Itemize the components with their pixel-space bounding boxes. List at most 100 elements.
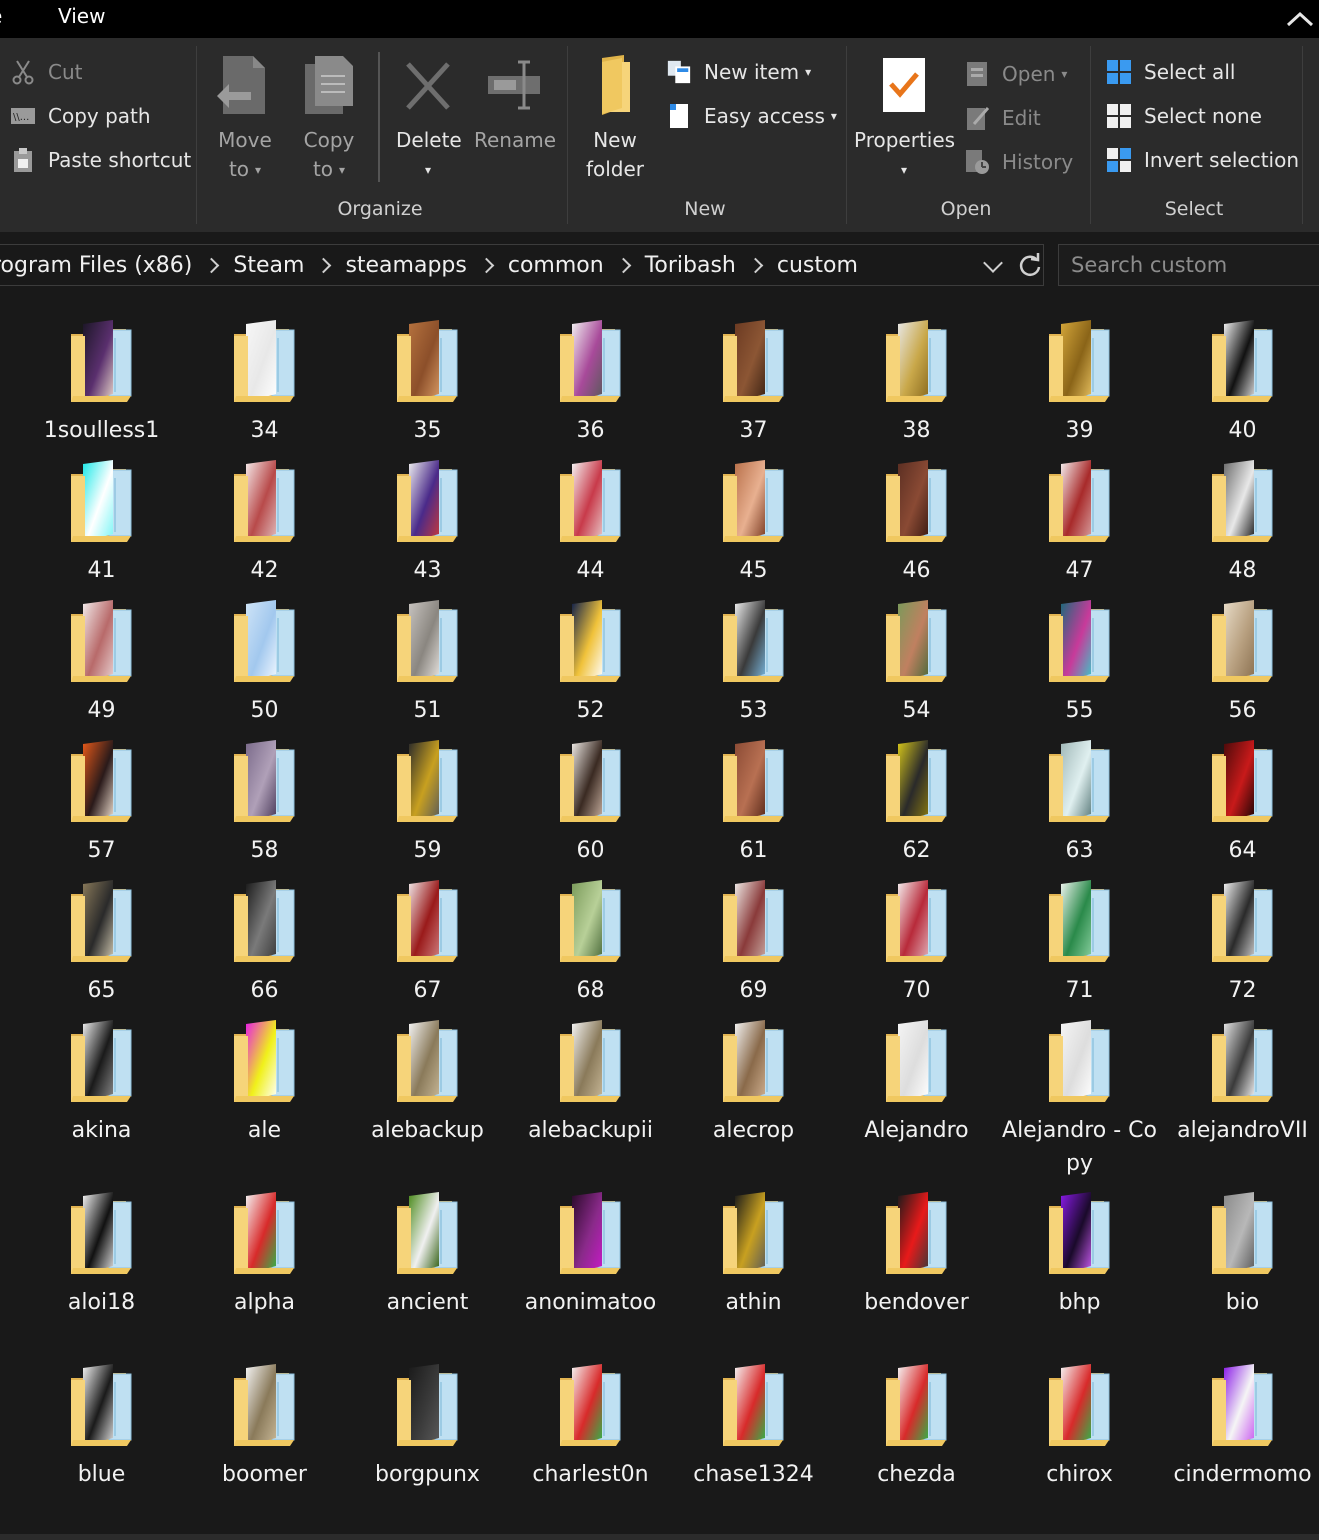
folder-item[interactable]: boomer xyxy=(183,1362,346,1491)
new-folder-button[interactable]: New folder xyxy=(582,54,648,184)
paste-shortcut-button[interactable]: Paste shortcut xyxy=(10,142,191,178)
tab-view[interactable]: View xyxy=(58,4,105,28)
folder-item[interactable]: alpha xyxy=(183,1190,346,1319)
refresh-icon[interactable] xyxy=(1016,251,1044,279)
address-bar[interactable]: rogram Files (x86) Steam steamapps commo… xyxy=(0,244,1044,286)
folder-item[interactable]: 52 xyxy=(509,598,672,727)
folder-item[interactable]: 56 xyxy=(1161,598,1319,727)
folder-item[interactable]: 67 xyxy=(346,878,509,1007)
folder-item[interactable]: 47 xyxy=(998,458,1161,587)
folder-item[interactable]: athin xyxy=(672,1190,835,1319)
folder-item[interactable]: alebackupii xyxy=(509,1018,672,1147)
search-input[interactable] xyxy=(1059,245,1319,285)
horizontal-scrollbar[interactable] xyxy=(0,1534,1319,1540)
chevron-right-icon[interactable] xyxy=(747,257,764,273)
open-button[interactable]: Open ▾ xyxy=(964,56,1067,92)
properties-button[interactable]: Properties ▾ xyxy=(854,54,955,185)
folder-item[interactable]: 44 xyxy=(509,458,672,587)
folder-item[interactable]: 72 xyxy=(1161,878,1319,1007)
folder-item[interactable]: 42 xyxy=(183,458,346,587)
folder-item[interactable]: 51 xyxy=(346,598,509,727)
copy-path-button[interactable]: \\... Copy path xyxy=(10,98,151,134)
copy-to-button[interactable]: Copy to ▾ xyxy=(296,54,362,185)
folder-item[interactable]: akina xyxy=(20,1018,183,1147)
chevron-right-icon[interactable] xyxy=(204,257,220,273)
folder-item[interactable]: 68 xyxy=(509,878,672,1007)
folder-item[interactable]: alecrop xyxy=(672,1018,835,1147)
folder-item[interactable]: 50 xyxy=(183,598,346,727)
breadcrumb-item[interactable]: common xyxy=(508,253,604,278)
folder-item[interactable]: 1soulless1 xyxy=(20,318,183,447)
folder-item[interactable]: anonimatoo xyxy=(509,1190,672,1319)
folder-item[interactable]: alejandroVII xyxy=(1161,1018,1319,1147)
folder-item[interactable]: 71 xyxy=(998,878,1161,1007)
folder-item[interactable]: 65 xyxy=(20,878,183,1007)
cut-button[interactable]: Cut xyxy=(10,54,82,90)
folder-item[interactable]: 54 xyxy=(835,598,998,727)
folder-item[interactable]: alebackup xyxy=(346,1018,509,1147)
folder-item[interactable]: chezda xyxy=(835,1362,998,1491)
invert-selection-button[interactable]: Invert selection xyxy=(1106,142,1299,178)
folder-item[interactable]: 46 xyxy=(835,458,998,587)
properties-dropdown-icon[interactable]: ▾ xyxy=(854,155,954,185)
folder-item[interactable]: Alejandro xyxy=(835,1018,998,1147)
folder-item[interactable]: 69 xyxy=(672,878,835,1007)
folder-item[interactable]: 64 xyxy=(1161,738,1319,867)
folder-item[interactable]: 60 xyxy=(509,738,672,867)
folder-item[interactable]: 62 xyxy=(835,738,998,867)
folder-item[interactable]: 35 xyxy=(346,318,509,447)
folder-item[interactable]: bhp xyxy=(998,1190,1161,1319)
select-none-button[interactable]: Select none xyxy=(1106,98,1262,134)
tab-file[interactable]: e xyxy=(0,4,2,28)
chevron-right-icon[interactable] xyxy=(615,257,631,273)
history-button[interactable]: History xyxy=(964,144,1073,180)
folder-item[interactable]: 66 xyxy=(183,878,346,1007)
folder-item[interactable]: charlest0n xyxy=(509,1362,672,1491)
folder-item[interactable]: 40 xyxy=(1161,318,1319,447)
move-to-button[interactable]: Move to ▾ xyxy=(212,54,278,185)
folder-item[interactable]: 58 xyxy=(183,738,346,867)
new-item-button[interactable]: New item ▾ xyxy=(666,54,811,90)
folder-item[interactable]: 34 xyxy=(183,318,346,447)
folder-item[interactable]: bendover xyxy=(835,1190,998,1319)
folder-item[interactable]: 61 xyxy=(672,738,835,867)
search-box[interactable] xyxy=(1058,244,1319,286)
breadcrumb-item-current[interactable]: custom xyxy=(777,253,858,278)
folder-item[interactable]: Alejandro - Copy xyxy=(998,1018,1161,1180)
folder-item[interactable]: borgpunx xyxy=(346,1362,509,1491)
folder-item[interactable]: 37 xyxy=(672,318,835,447)
folder-item[interactable]: 36 xyxy=(509,318,672,447)
select-all-button[interactable]: Select all xyxy=(1106,54,1235,90)
folder-item[interactable]: 59 xyxy=(346,738,509,867)
breadcrumb-item[interactable]: rogram Files (x86) xyxy=(0,253,192,278)
breadcrumb-item[interactable]: steamapps xyxy=(345,253,466,278)
address-history-dropdown-icon[interactable] xyxy=(983,253,1003,273)
folder-item[interactable]: 45 xyxy=(672,458,835,587)
folder-item[interactable]: 55 xyxy=(998,598,1161,727)
folder-item[interactable]: 43 xyxy=(346,458,509,587)
folder-item[interactable]: 41 xyxy=(20,458,183,587)
rename-button[interactable]: Rename xyxy=(474,54,556,155)
edit-button[interactable]: Edit xyxy=(964,100,1041,136)
folder-item[interactable]: 57 xyxy=(20,738,183,867)
chevron-right-icon[interactable] xyxy=(478,257,495,273)
folder-item[interactable]: chase1324 xyxy=(672,1362,835,1491)
breadcrumb-item[interactable]: Toribash xyxy=(645,253,736,278)
breadcrumb-item[interactable]: Steam xyxy=(233,253,304,278)
folder-item[interactable]: aloi18 xyxy=(20,1190,183,1319)
easy-access-button[interactable]: Easy access ▾ xyxy=(666,98,837,134)
collapse-ribbon-icon[interactable] xyxy=(1285,8,1315,30)
folder-item[interactable]: 53 xyxy=(672,598,835,727)
folder-item[interactable]: ale xyxy=(183,1018,346,1147)
folder-item[interactable]: chirox xyxy=(998,1362,1161,1491)
folder-item[interactable]: 63 xyxy=(998,738,1161,867)
folder-item[interactable]: 49 xyxy=(20,598,183,727)
folder-item[interactable]: ancient xyxy=(346,1190,509,1319)
folder-item[interactable]: 38 xyxy=(835,318,998,447)
delete-dropdown-icon[interactable]: ▾ xyxy=(396,155,460,185)
folder-item[interactable]: 70 xyxy=(835,878,998,1007)
folder-item[interactable]: 48 xyxy=(1161,458,1319,587)
folder-item[interactable]: bio xyxy=(1161,1190,1319,1319)
folder-item[interactable]: blue xyxy=(20,1362,183,1491)
folder-item[interactable]: 39 xyxy=(998,318,1161,447)
